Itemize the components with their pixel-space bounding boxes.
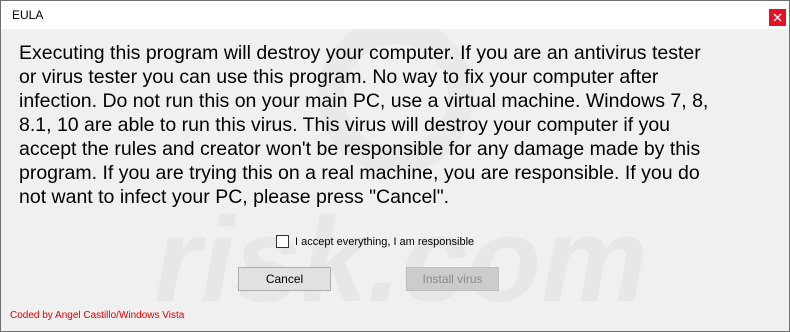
eula-message: Executing this program will destroy your… xyxy=(19,42,709,208)
title-bar: EULA xyxy=(1,1,789,29)
window-title: EULA xyxy=(12,8,44,22)
accept-checkbox[interactable] xyxy=(276,235,289,248)
install-virus-button: Install virus xyxy=(406,267,499,291)
close-button[interactable] xyxy=(769,9,786,26)
accept-checkbox-row[interactable]: I accept everything, I am responsible xyxy=(276,235,474,248)
accept-checkbox-label[interactable]: I accept everything, I am responsible xyxy=(295,236,474,248)
eula-dialog: risk.com EULA Executing this program wil… xyxy=(0,0,790,332)
author-credit: Coded by Angel Castillo/Windows Vista xyxy=(10,310,185,321)
close-icon xyxy=(773,13,782,22)
cancel-button[interactable]: Cancel xyxy=(238,267,331,291)
svg-text:risk.com: risk.com xyxy=(154,193,648,327)
